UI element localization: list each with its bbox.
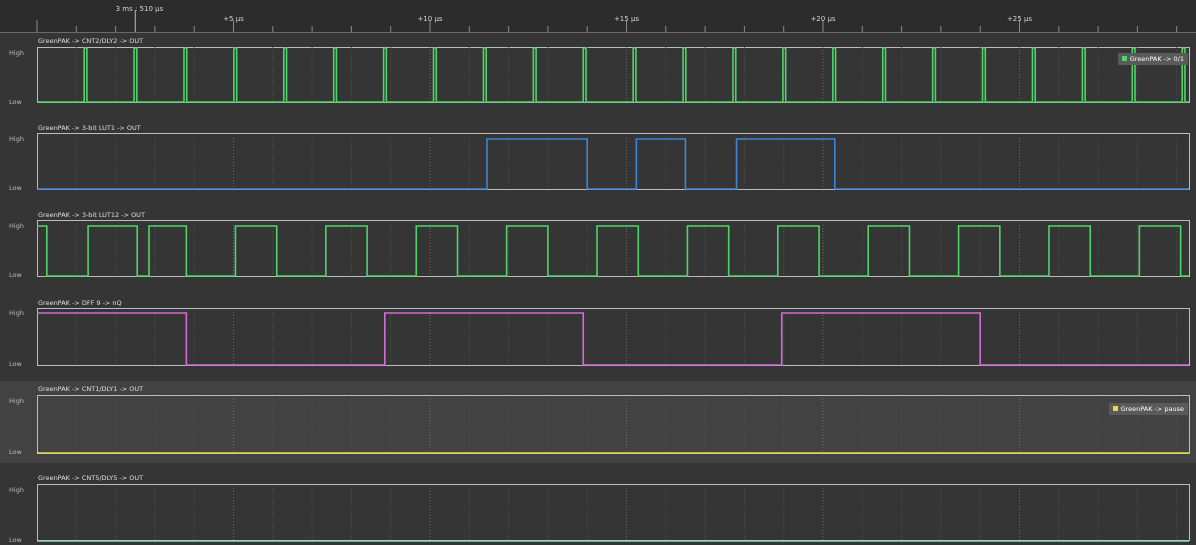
legend-swatch xyxy=(1112,406,1118,411)
ruler-tick-label: +15 µs xyxy=(613,15,640,23)
legend-label: GreenPAK -> 0/1 xyxy=(1129,55,1184,63)
signal-trace xyxy=(37,138,1189,190)
time-ruler[interactable]: 3 ms : 510 µs +5 µs +10 µs +15 µs +20 µs… xyxy=(0,0,1196,33)
legend-label: GreenPAK -> pause xyxy=(1120,405,1184,413)
channel-row-cnt5-dly5[interactable]: GreenPAK -> CNT5/DLY5 -> OUT High Low xyxy=(0,470,1196,545)
signal-trace xyxy=(37,225,1189,277)
channel-row-cnt2-dly2[interactable]: GreenPAK -> CNT2/DLY2 -> OUT High Low Gr… xyxy=(0,33,1196,109)
channel-row-dff9[interactable]: GreenPAK -> DFF 9 -> nQ High Low xyxy=(0,295,1196,373)
ruler-tick-label: +10 µs xyxy=(417,15,443,23)
signal-trace xyxy=(37,47,1189,103)
legend-swatch xyxy=(1121,56,1127,61)
channel-row-cnt1-dly1[interactable]: GreenPAK -> CNT1/DLY1 -> OUT High Low Gr… xyxy=(0,381,1196,463)
cursor-time-label: 3 ms : 510 µs xyxy=(115,5,164,13)
legend-badge: GreenPAK -> pause xyxy=(1108,403,1188,415)
signal-trace xyxy=(37,312,1189,366)
ruler-tick-label: +20 µs xyxy=(810,15,836,23)
ruler-tick-label: +25 µs xyxy=(1006,15,1033,23)
legend-badge: GreenPAK -> 0/1 xyxy=(1117,53,1188,65)
channel-row-lut1[interactable]: GreenPAK -> 3-bit LUT1 -> OUT High Low xyxy=(0,120,1196,196)
ruler-tick-label: +5 µs xyxy=(223,15,244,23)
channel-row-lut12[interactable]: GreenPAK -> 3-bit LUT12 -> OUT High Low xyxy=(0,207,1196,283)
